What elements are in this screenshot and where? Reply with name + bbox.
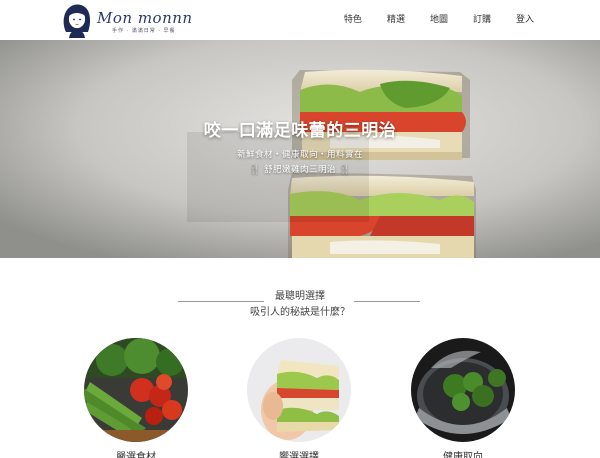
feature-label: 健康取向 [443, 452, 483, 458]
hero-banner: 咬一口滿足味蕾的三明治 新鮮食材・健康取向・用料實在 🍴 舒肥嫩雞肉三明治 🍴 [0, 40, 600, 258]
feature-card-choices[interactable]: 饗選選擇 [247, 338, 351, 458]
nav-item-features[interactable]: 特色 [344, 12, 362, 25]
girl-avatar-icon [63, 4, 91, 38]
nav-item-order[interactable]: 訂購 [473, 12, 491, 25]
hero-text-backdrop [187, 132, 369, 222]
logo-title: Mon monnn [97, 9, 193, 27]
broccoli-pot-image [411, 338, 515, 442]
hero-title: 咬一口滿足味蕾的三明治 [203, 121, 397, 141]
nav-item-map[interactable]: 地圖 [430, 12, 448, 25]
feature-card-ingredients[interactable]: 嚴選食材 [84, 338, 188, 458]
nav-item-login[interactable]: 登入 [516, 12, 534, 25]
hero-subtitle: 新鮮食材・健康取向・用料實在 [236, 150, 363, 160]
main-nav: 特色 精選 地圖 訂購 登入 [319, 12, 534, 25]
fork-knife-icon: 🍴 [339, 165, 351, 175]
sandwich-image [247, 338, 351, 442]
hero-product-line: 🍴 舒肥嫩雞肉三明治 🍴 [0, 163, 600, 175]
hero-product-name: 舒肥嫩雞肉三明治 [263, 165, 336, 175]
site-header: Mon monnn 手作 · 滿滿日常 · 早餐 特色 精選 地圖 訂購 登入 [0, 0, 600, 40]
feature-label: 饗選選擇 [279, 452, 319, 458]
fork-knife-icon: 🍴 [249, 165, 261, 175]
vegetables-image [84, 338, 188, 442]
logo[interactable]: Mon monnn 手作 · 滿滿日常 · 早餐 [60, 2, 193, 38]
section-title: 最聰明選擇 [275, 291, 325, 302]
feature-card-health[interactable]: 健康取向 [411, 338, 515, 458]
logo-tagline: 手作 · 滿滿日常 · 早餐 [112, 28, 176, 34]
section-subtitle: 吸引人的秘訣是什麼？ [250, 307, 350, 318]
nav-item-picks[interactable]: 精選 [387, 12, 405, 25]
feature-label: 嚴選食材 [116, 452, 156, 458]
